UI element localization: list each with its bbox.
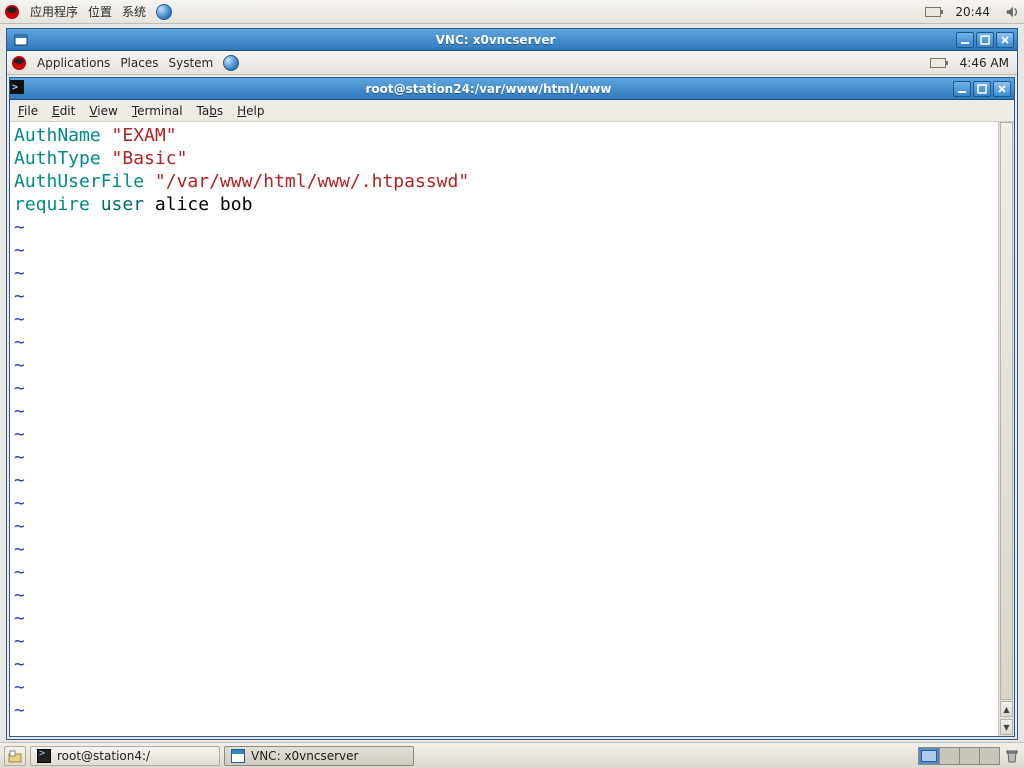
vnc-title: VNC: x0vncserver — [35, 33, 956, 47]
close-button[interactable] — [993, 81, 1011, 97]
terminal-icon: > — [10, 80, 24, 97]
outer-clock[interactable]: 20:44 — [951, 5, 994, 19]
terminal-title: root@station24:/var/www/html/www — [24, 82, 953, 96]
inner-menu-places[interactable]: Places — [120, 56, 158, 70]
menu-tabs[interactable]: Tabs — [197, 104, 224, 118]
maximize-button[interactable] — [976, 32, 994, 48]
terminal-titlebar[interactable]: > root@station24:/var/www/html/www — [10, 78, 1014, 100]
inner-menu-system[interactable]: System — [168, 56, 213, 70]
outer-menu-applications[interactable]: 应用程序 — [30, 3, 78, 20]
terminal-window-buttons — [953, 81, 1014, 97]
terminal-window: > root@station24:/var/www/html/www File … — [9, 77, 1015, 737]
outer-bottom-panel: root@station4:/ VNC: x0vncserver — [0, 742, 1024, 768]
workspace-4[interactable] — [979, 748, 999, 764]
menu-edit[interactable]: Edit — [52, 104, 75, 118]
terminal-body: AuthName "EXAM" AuthType "Basic" AuthUse… — [10, 122, 1014, 736]
workspace-3[interactable] — [959, 748, 979, 764]
vnc-window: VNC: x0vncserver Applications Places Sys… — [6, 28, 1018, 740]
minimize-button[interactable] — [953, 81, 971, 97]
taskbar-item-vnc[interactable]: VNC: x0vncserver — [224, 746, 414, 766]
trash-icon[interactable] — [1004, 748, 1020, 764]
vnc-icon — [231, 749, 245, 763]
outer-menu-system[interactable]: 系统 — [122, 3, 146, 20]
menu-file[interactable]: File — [18, 104, 38, 118]
vnc-titlebar[interactable]: VNC: x0vncserver — [7, 29, 1017, 51]
volume-icon[interactable] — [1004, 4, 1020, 20]
minimize-button[interactable] — [956, 32, 974, 48]
scroll-down-button[interactable]: ▼ — [1000, 719, 1013, 735]
maximize-button[interactable] — [973, 81, 991, 97]
terminal-text[interactable]: AuthName "EXAM" AuthType "Basic" AuthUse… — [10, 122, 998, 736]
globe-icon[interactable] — [223, 55, 239, 71]
menu-view[interactable]: View — [89, 104, 117, 118]
taskbar-item-terminal[interactable]: root@station4:/ — [30, 746, 220, 766]
globe-icon[interactable] — [156, 4, 172, 20]
redhat-icon[interactable] — [4, 4, 20, 20]
scrollbar-thumb[interactable] — [1000, 122, 1013, 700]
vnc-window-buttons — [956, 32, 1017, 48]
outer-top-panel: 应用程序 位置 系统 20:44 — [0, 0, 1024, 24]
workspace-1[interactable] — [919, 748, 939, 764]
vnc-app-icon — [13, 32, 29, 48]
terminal-scrollbar[interactable]: ▲ ▼ — [998, 122, 1014, 736]
workspace-switcher[interactable] — [918, 747, 1000, 765]
scroll-up-button[interactable]: ▲ — [1000, 701, 1013, 717]
svg-text:>: > — [12, 82, 18, 93]
redhat-icon[interactable] — [11, 55, 27, 71]
menu-help[interactable]: Help — [237, 104, 264, 118]
terminal-menubar: File Edit View Terminal Tabs Help — [10, 100, 1014, 122]
battery-icon[interactable] — [925, 4, 941, 20]
inner-clock[interactable]: 4:46 AM — [956, 56, 1013, 70]
close-button[interactable] — [996, 32, 1014, 48]
battery-icon[interactable] — [930, 55, 946, 71]
show-desktop-button[interactable] — [4, 746, 26, 766]
terminal-icon — [37, 749, 51, 763]
taskbar-label: root@station4:/ — [57, 749, 150, 763]
outer-menu-places[interactable]: 位置 — [88, 3, 112, 20]
menu-terminal[interactable]: Terminal — [132, 104, 183, 118]
inner-menu-applications[interactable]: Applications — [37, 56, 110, 70]
inner-top-panel: Applications Places System 4:46 AM — [7, 51, 1017, 75]
taskbar-label: VNC: x0vncserver — [251, 749, 358, 763]
workspace-2[interactable] — [939, 748, 959, 764]
